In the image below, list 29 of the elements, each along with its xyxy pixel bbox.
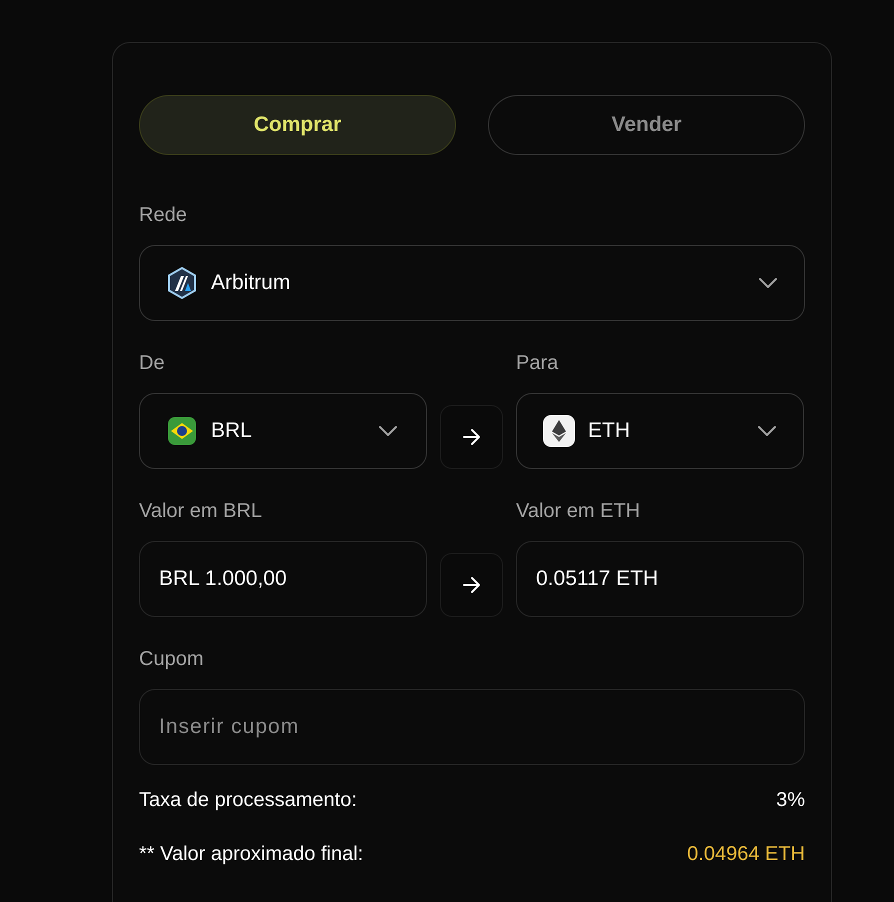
chevron-down-icon: [758, 277, 778, 289]
currency-select[interactable]: ETH: [516, 393, 804, 469]
coupon-input[interactable]: Inserir cupom: [139, 689, 805, 765]
tab[interactable]: Comprar: [139, 95, 456, 155]
arrow-right-icon: [462, 428, 482, 446]
select-value: BRL: [211, 418, 253, 444]
summary-value: 0.04964 ETH: [687, 842, 805, 867]
amount-input[interactable]: 0.05117 ETH: [516, 541, 804, 617]
network-select[interactable]: Arbitrum: [139, 245, 805, 321]
flag-icon: [168, 417, 196, 445]
chevron-down-icon: [378, 425, 398, 437]
arrow-right-icon: [462, 576, 482, 594]
summary-value: 3%: [776, 788, 805, 813]
summary-label: ** Valor aproximado final:: [139, 842, 364, 867]
amount-input[interactable]: BRL 1.000,00: [139, 541, 427, 617]
field-label: De: [139, 352, 165, 374]
tab[interactable]: Vender: [488, 95, 805, 155]
field-label: Rede: [139, 204, 187, 226]
currency-select[interactable]: BRL: [139, 393, 427, 469]
diamond-logo-icon: [543, 415, 575, 447]
select-value: ETH: [588, 418, 631, 444]
hexagon-logo-icon: [166, 266, 198, 300]
summary-label: Taxa de processamento:: [139, 788, 357, 813]
chevron-down-icon: [757, 425, 777, 437]
field-label: Cupom: [139, 648, 204, 670]
field-label: Valor em ETH: [516, 500, 640, 522]
field-label: Valor em BRL: [139, 500, 262, 522]
field-label: Para: [516, 352, 558, 374]
select-value: Arbitrum: [211, 270, 292, 296]
